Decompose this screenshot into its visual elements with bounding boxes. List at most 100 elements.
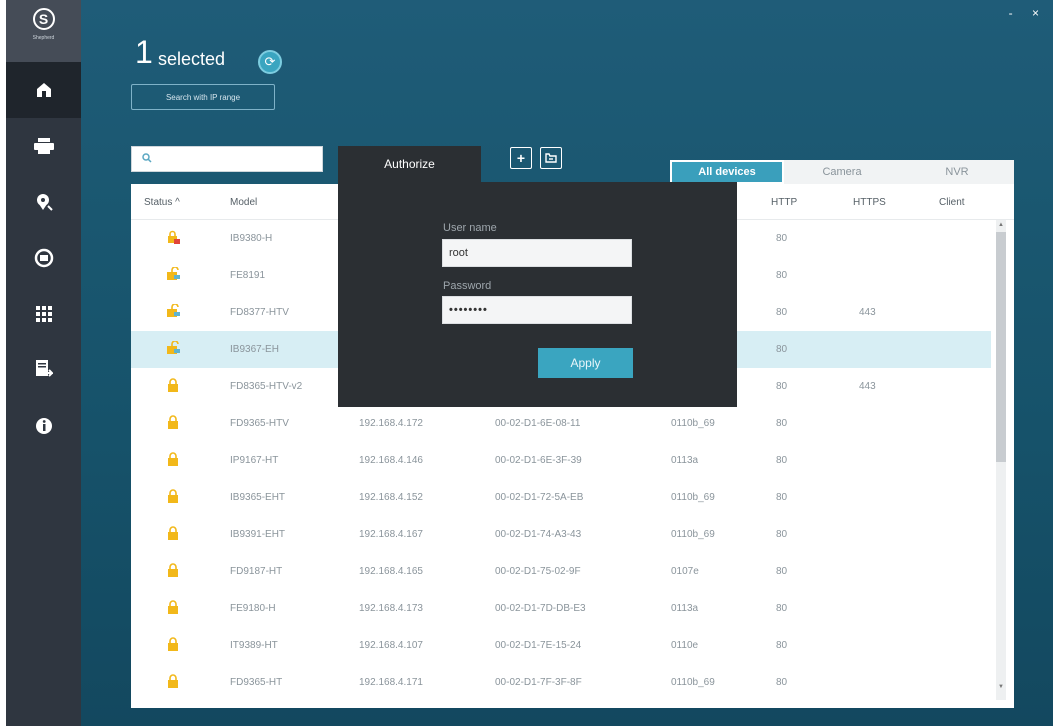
table-row[interactable]: FD9365-HTV 192.168.4.172 00-02-D1-6E-08-11… — [131, 405, 991, 442]
tab-all-devices[interactable]: All devices — [670, 160, 784, 184]
cell-fw: 0110b_69 — [671, 529, 715, 540]
sidebar: S Shepherd — [6, 0, 81, 726]
password-field[interactable]: •••••••• — [442, 296, 632, 324]
cell-http: 80 — [776, 603, 788, 614]
scrollbar-thumb[interactable] — [996, 232, 1006, 462]
lock-icon — [166, 526, 180, 540]
column-status[interactable]: Status ^ — [144, 197, 180, 208]
cell-model: IP9167-HT — [230, 455, 279, 466]
lock-icon — [166, 600, 180, 614]
unlocked-icon — [166, 266, 180, 281]
cell-ip: 192.168.4.173 — [359, 603, 423, 614]
refresh-icon: ⟳ — [264, 54, 276, 69]
username-field[interactable]: root — [442, 239, 632, 267]
sidebar-item-printer[interactable] — [6, 118, 81, 174]
cell-model: FD8377-HTV — [230, 307, 289, 318]
password-label: Password — [443, 280, 492, 292]
cell-https: 443 — [859, 381, 876, 392]
lock-icon — [166, 415, 180, 429]
app-logo: S Shepherd — [6, 0, 81, 62]
scroll-down-arrow-icon[interactable]: ▼ — [998, 684, 1004, 690]
column-http[interactable]: HTTP — [771, 197, 797, 208]
tab-camera[interactable]: Camera — [784, 160, 900, 184]
table-scrollbar[interactable] — [996, 220, 1006, 700]
sidebar-item-export[interactable] — [6, 342, 81, 398]
main-area: - × 1 selected ⟳ Search with IP range + … — [81, 0, 1053, 726]
cell-model: FD9365-HTV — [230, 418, 289, 429]
cell-ip: 192.168.4.171 — [359, 677, 423, 688]
sidebar-item-location[interactable] — [6, 174, 81, 230]
sidebar-item-home[interactable] — [6, 62, 81, 118]
export-icon — [33, 359, 55, 381]
plus-icon: + — [516, 150, 526, 166]
cell-ip: 192.168.4.107 — [359, 640, 423, 651]
sidebar-item-info[interactable] — [6, 398, 81, 454]
table-row[interactable]: FD9187-HT 192.168.4.165 00-02-D1-75-02-9F 0… — [131, 553, 991, 590]
cell-http: 80 — [776, 677, 788, 688]
sync-icon — [33, 247, 55, 269]
cell-model: IB9367-EH — [230, 344, 279, 355]
import-button[interactable] — [540, 147, 562, 169]
table-row[interactable]: FE9180-H 192.168.4.173 00-02-D1-7D-DB-E3 01… — [131, 590, 991, 627]
cell-https: 443 — [859, 307, 876, 318]
grid-icon — [33, 303, 55, 325]
apply-button[interactable]: Apply — [538, 348, 633, 378]
cell-model: IB9380-H — [230, 233, 273, 244]
search-ip-range-button[interactable]: Search with IP range — [131, 84, 275, 110]
cell-model: IB9391-EHT — [230, 529, 286, 540]
lock-icon — [166, 637, 180, 651]
cell-mac: 00-02-D1-6E-3F-39 — [495, 455, 582, 466]
info-icon — [33, 415, 55, 437]
cell-mac: 00-02-D1-7F-3F-8F — [495, 677, 582, 688]
import-icon — [545, 150, 557, 166]
cell-model: FE8191 — [230, 270, 266, 281]
scroll-up-arrow-icon[interactable]: ▲ — [998, 222, 1004, 228]
cell-mac: 00-02-D1-6E-08-11 — [495, 418, 581, 429]
table-row[interactable]: FD9365-HT 192.168.4.171 00-02-D1-7F-3F-8F 0… — [131, 664, 991, 701]
lock-icon — [166, 452, 180, 466]
authorize-dialog-title: Authorize — [338, 146, 481, 182]
table-row[interactable]: IB9391-EHT 192.168.4.167 00-02-D1-74-A3-43… — [131, 516, 991, 553]
printer-icon — [33, 135, 55, 157]
cell-http: 80 — [776, 566, 788, 577]
cell-fw: 0113a — [671, 603, 699, 614]
sidebar-item-grid[interactable] — [6, 286, 81, 342]
username-label: User name — [443, 222, 497, 234]
cell-model: FD9365-HT — [230, 677, 283, 688]
column-client[interactable]: Client — [939, 197, 965, 208]
cell-model: FD9187-HT — [230, 566, 283, 577]
cell-ip: 192.168.4.146 — [359, 455, 423, 466]
cell-http: 80 — [776, 455, 788, 466]
cell-http: 80 — [776, 233, 788, 244]
column-model[interactable]: Model — [230, 197, 257, 208]
cell-fw: 0110b_69 — [671, 492, 715, 503]
search-input[interactable] — [131, 146, 323, 172]
cell-http: 80 — [776, 381, 788, 392]
window-controls[interactable]: - × — [1009, 6, 1047, 20]
cell-mac: 00-02-D1-72-5A-EB — [495, 492, 584, 503]
cell-fw: 0113a — [671, 455, 699, 466]
table-row[interactable]: IP9167-HT 192.168.4.146 00-02-D1-6E-3F-39 0… — [131, 442, 991, 479]
cell-model: FE9180-H — [230, 603, 276, 614]
logo-text: Shepherd — [32, 35, 55, 41]
table-row[interactable]: IB9365-EHT 192.168.4.152 00-02-D1-72-5A-EB… — [131, 479, 991, 516]
lock-icon — [166, 378, 180, 392]
authorize-dialog: User name root Password •••••••• Apply — [338, 182, 737, 407]
cell-model: IT9389-HT — [230, 640, 278, 651]
refresh-button[interactable]: ⟳ — [258, 50, 282, 74]
cell-fw: 0110b_69 — [671, 677, 715, 688]
cell-model: IB9365-EHT — [230, 492, 286, 503]
cell-model: FD8365-HTV-v2 — [230, 381, 303, 392]
cell-http: 80 — [776, 640, 788, 651]
add-device-button[interactable]: + — [510, 147, 532, 169]
cell-mac: 00-02-D1-7E-15-24 — [495, 640, 582, 651]
sidebar-item-sync[interactable] — [6, 230, 81, 286]
cell-mac: 00-02-D1-7D-DB-E3 — [495, 603, 586, 614]
tab-nvr[interactable]: NVR — [900, 160, 1014, 184]
cell-ip: 192.168.4.165 — [359, 566, 423, 577]
table-row[interactable]: IT9389-HT 192.168.4.107 00-02-D1-7E-15-24 0… — [131, 627, 991, 664]
column-https[interactable]: HTTPS — [853, 197, 886, 208]
cell-http: 80 — [776, 529, 788, 540]
cell-http: 80 — [776, 418, 788, 429]
lock-icon — [166, 674, 180, 688]
